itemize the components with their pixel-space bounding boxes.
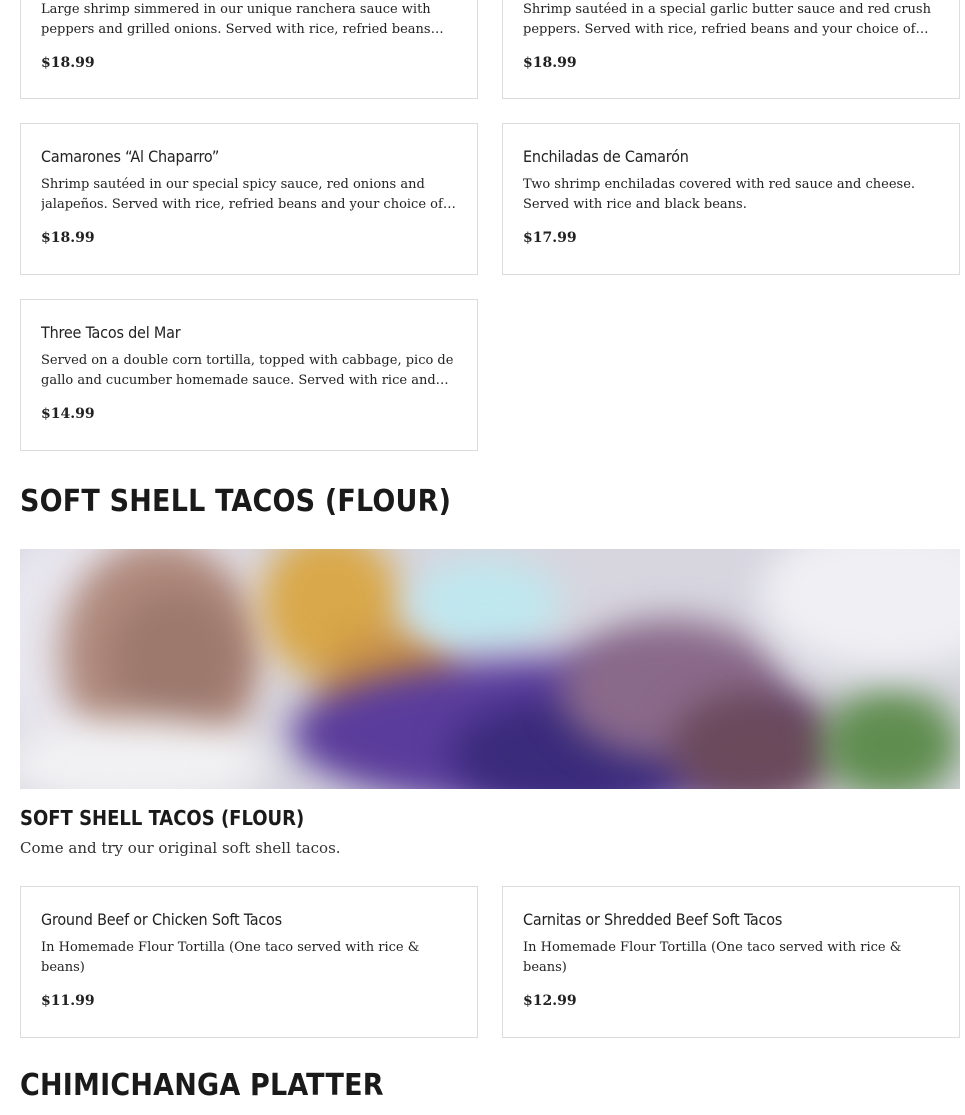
item-name: Carnitas or Shredded Beef Soft Tacos bbox=[523, 910, 783, 929]
menu-item-card[interactable]: Ground Beef or Chicken Soft Tacos In Hom… bbox=[20, 886, 478, 1038]
item-name: Enchiladas de Camarón bbox=[523, 147, 689, 166]
section-hero-image bbox=[20, 549, 960, 789]
seafood-grid: Camarones “Al Chaparro” Shrimp sautéed i… bbox=[20, 123, 960, 451]
item-description: Shrimp sautéed in our special spicy sauc… bbox=[41, 177, 443, 212]
section-description: Come and try our original soft shell tac… bbox=[20, 839, 341, 857]
item-description: In Homemade Flour Tortilla (One taco ser… bbox=[41, 940, 420, 975]
menu-item-card[interactable]: Large shrimp simmered in our unique ranc… bbox=[20, 0, 478, 99]
item-price: $18.99 bbox=[523, 55, 577, 71]
soft-shell-grid: Ground Beef or Chicken Soft Tacos In Hom… bbox=[20, 886, 960, 1038]
item-description: Served on a double corn tortilla, topped… bbox=[41, 353, 454, 388]
menu-item-card[interactable]: Camarones “Al Chaparro” Shrimp sautéed i… bbox=[20, 123, 478, 275]
item-price: $18.99 bbox=[41, 55, 95, 71]
item-price: $17.99 bbox=[523, 230, 577, 246]
item-price: $18.99 bbox=[41, 230, 95, 246]
section-title-chimichanga-platter: CHIMICHANGA PLATTER bbox=[20, 1068, 384, 1103]
item-description: In Homemade Flour Tortilla (One taco ser… bbox=[523, 940, 902, 975]
item-price: $12.99 bbox=[523, 993, 577, 1009]
menu-item-card[interactable]: Carnitas or Shredded Beef Soft Tacos In … bbox=[502, 886, 960, 1038]
menu-item-card[interactable]: Three Tacos del Mar Served on a double c… bbox=[20, 299, 478, 451]
item-name: Ground Beef or Chicken Soft Tacos bbox=[41, 910, 282, 929]
section-subheading: SOFT SHELL TACOS (FLOUR) bbox=[20, 806, 305, 830]
item-description: Large shrimp simmered in our unique ranc… bbox=[41, 2, 431, 37]
menu-page: Large shrimp simmered in our unique ranc… bbox=[20, 0, 960, 1103]
section-title-soft-shell-tacos: SOFT SHELL TACOS (FLOUR) bbox=[20, 484, 452, 519]
item-price: $14.99 bbox=[41, 406, 95, 422]
item-name: Camarones “Al Chaparro” bbox=[41, 147, 220, 166]
menu-item-card[interactable]: Enchiladas de Camarón Two shrimp enchila… bbox=[502, 123, 960, 275]
item-description: Two shrimp enchiladas covered with red s… bbox=[523, 177, 916, 212]
menu-item-card[interactable]: Shrimp sautéed in a special garlic butte… bbox=[502, 0, 960, 99]
seafood-grid-top: Large shrimp simmered in our unique ranc… bbox=[20, 0, 960, 99]
item-name: Three Tacos del Mar bbox=[41, 323, 181, 342]
item-description: Shrimp sautéed in a special garlic butte… bbox=[523, 2, 931, 37]
item-price: $11.99 bbox=[41, 993, 95, 1009]
